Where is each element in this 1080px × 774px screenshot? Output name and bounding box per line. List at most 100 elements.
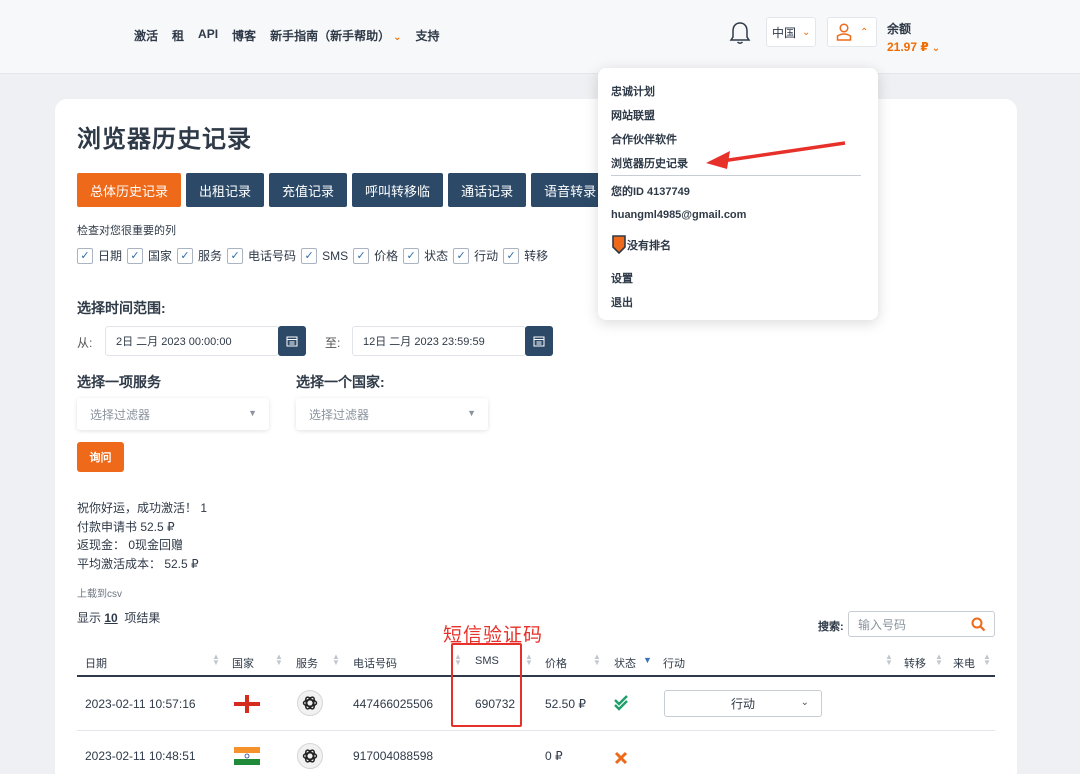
th-phone[interactable]: 电话号码: [353, 655, 397, 671]
check-label: 电话号码: [248, 249, 297, 263]
menu-partner-software[interactable]: 合作伙伴软件: [611, 131, 677, 147]
menu-divider: [611, 175, 861, 176]
check-label: 行动: [474, 249, 499, 263]
cell-date: 2023-02-11 10:57:16: [85, 697, 196, 711]
checkmark-icon: ✓: [177, 247, 194, 264]
tab-rent-records[interactable]: 出租记录: [186, 173, 265, 207]
chevron-down-icon: ⌄: [802, 26, 811, 38]
menu-loyalty[interactable]: 忠诚计划: [611, 83, 655, 99]
menu-logout[interactable]: 退出: [611, 294, 633, 310]
check-service[interactable]: ✓ 服务: [177, 247, 222, 264]
checkmark-icon: ✓: [301, 247, 318, 264]
nav-activate[interactable]: 激活: [134, 27, 158, 44]
checkmark-icon: ✓: [227, 247, 244, 264]
from-date-input[interactable]: 2日 二月 2023 00:00:00: [105, 326, 279, 356]
nav-rent[interactable]: 租: [172, 27, 184, 44]
checkmark-icon: ✓: [403, 247, 420, 264]
tab-call-records[interactable]: 通话记录: [448, 173, 527, 207]
chevron-up-icon: ⌃: [860, 26, 869, 38]
query-button[interactable]: 询问: [77, 442, 124, 472]
page-title: 浏览器历史记录: [77, 126, 252, 153]
flag-india-icon: [234, 747, 260, 765]
th-price[interactable]: 价格: [545, 655, 567, 671]
chevron-down-icon: ⌄: [800, 697, 809, 708]
nav-blog[interactable]: 博客: [232, 27, 256, 44]
sort-icon[interactable]: ▲ ▼: [275, 653, 283, 667]
history-tabs: 总体历史记录 出租记录 充值记录 呼叫转移临 通话记录 语音转录: [77, 173, 610, 207]
nav-guide[interactable]: 新手指南（新手帮助） ⌄: [270, 27, 401, 44]
sort-icon[interactable]: ▲ ▼: [525, 653, 533, 667]
balance-value: 21.97 ₽: [887, 40, 929, 54]
nav-api[interactable]: API: [198, 27, 218, 44]
check-phone[interactable]: ✓ 电话号码: [227, 247, 296, 264]
menu-browser-history[interactable]: 浏览器历史记录: [611, 155, 688, 171]
stat-avg-cost: 平均激活成本： 52.5 ₽: [77, 556, 199, 571]
sort-active-icon[interactable]: ▼: [643, 655, 652, 665]
range-title: 选择时间范围:: [77, 300, 166, 316]
cell-phone: 447466025506: [353, 697, 434, 711]
columns-check-title: 检查对您很重要的列: [77, 225, 176, 237]
menu-user-id: 您的ID 4137749: [611, 186, 690, 198]
double-check-icon: [614, 695, 628, 711]
th-country[interactable]: 国家: [232, 655, 254, 671]
check-status[interactable]: ✓ 状态: [403, 247, 448, 264]
menu-email: huangml4985@gmail.com: [611, 209, 747, 221]
cell-price: 52.50 ₽: [545, 697, 586, 711]
check-label: SMS: [322, 248, 349, 263]
cross-icon: [614, 751, 628, 765]
check-label: 日期: [98, 249, 123, 263]
check-sms[interactable]: ✓ SMS: [301, 247, 349, 264]
th-service[interactable]: 服务: [296, 655, 318, 671]
language-select[interactable]: 中国 ⌄: [766, 17, 816, 47]
calendar-icon[interactable]: [278, 326, 306, 356]
th-date[interactable]: 日期: [85, 655, 107, 671]
action-label: 行动: [730, 697, 755, 711]
flag-uk-icon: [234, 695, 260, 713]
chevron-down-icon: ⌄: [931, 43, 941, 54]
sort-icon[interactable]: ▲ ▼: [593, 653, 601, 667]
to-date-input[interactable]: 12日 二月 2023 23:59:59: [352, 326, 526, 356]
check-price[interactable]: ✓ 价格: [353, 247, 398, 264]
column-checkboxes: ✓ 日期 ✓ 国家 ✓ 服务 ✓ 电话号码 ✓ SMS ✓ 价格 ✓ 状态 ✓ 行动 ✓ 转移: [77, 247, 553, 264]
th-status[interactable]: 状态: [614, 655, 636, 671]
csv-link[interactable]: 上载到csv: [77, 585, 122, 600]
country-filter-select[interactable]: 选择过滤器 ▼: [296, 398, 488, 430]
service-filter-select[interactable]: 选择过滤器 ▼: [77, 398, 269, 430]
balance[interactable]: 余额 21.97 ₽ ⌄: [887, 20, 940, 54]
stat-payment: 付款申请书 52.5 ₽: [77, 519, 175, 534]
show-count-select[interactable]: 10: [104, 611, 117, 625]
main-nav: 激活 租 API 博客 新手指南（新手帮助） ⌄ 支持: [134, 27, 453, 44]
th-forward[interactable]: 转移: [904, 655, 926, 671]
country-select-title: 选择一个国家:: [296, 374, 385, 390]
bell-icon[interactable]: [729, 21, 751, 45]
show-prefix: 显示: [77, 611, 102, 625]
nav-support[interactable]: 支持: [415, 27, 439, 44]
check-country[interactable]: ✓ 国家: [127, 247, 172, 264]
user-menu-button[interactable]: ⌃: [827, 17, 877, 47]
search-input[interactable]: 输入号码: [848, 611, 995, 637]
th-incoming[interactable]: 来电: [953, 655, 975, 671]
menu-affiliate[interactable]: 网站联盟: [611, 107, 655, 123]
check-forward[interactable]: ✓ 转移: [503, 247, 548, 264]
check-date[interactable]: ✓ 日期: [77, 247, 122, 264]
calendar-icon[interactable]: [525, 326, 553, 356]
check-action[interactable]: ✓ 行动: [453, 247, 498, 264]
sort-icon[interactable]: ▲ ▼: [212, 653, 220, 667]
table-header: 日期 ▲ ▼ 国家 ▲ ▼ 服务 ▲ ▼ 电话号码 ▲ ▼ SMS ▲ ▼ 价格 ▲ ▼ 状…: [77, 645, 995, 677]
sort-icon[interactable]: ▲ ▼: [983, 653, 991, 667]
search-placeholder: 输入号码: [858, 617, 907, 632]
checkmark-icon: ✓: [127, 247, 144, 264]
show-entries: 显示 10 项结果: [77, 609, 160, 626]
tab-call-forward[interactable]: 呼叫转移临: [352, 173, 444, 207]
sort-icon[interactable]: ▲ ▼: [332, 653, 340, 667]
search-icon[interactable]: [971, 617, 986, 632]
sort-icon[interactable]: ▲ ▼: [935, 653, 943, 667]
sort-icon[interactable]: ▲ ▼: [885, 653, 893, 667]
stats-summary: 祝你好运，成功激活！ 1 付款申请书 52.5 ₽ 返现金： 0现金回赠 平均激…: [77, 499, 207, 573]
menu-settings[interactable]: 设置: [611, 270, 633, 286]
tab-topup-records[interactable]: 充值记录: [269, 173, 348, 207]
action-dropdown-button[interactable]: 行动 ⌄: [664, 690, 822, 717]
th-action[interactable]: 行动: [663, 655, 685, 671]
check-label: 转移: [524, 249, 549, 263]
tab-overall-history[interactable]: 总体历史记录: [77, 173, 182, 207]
